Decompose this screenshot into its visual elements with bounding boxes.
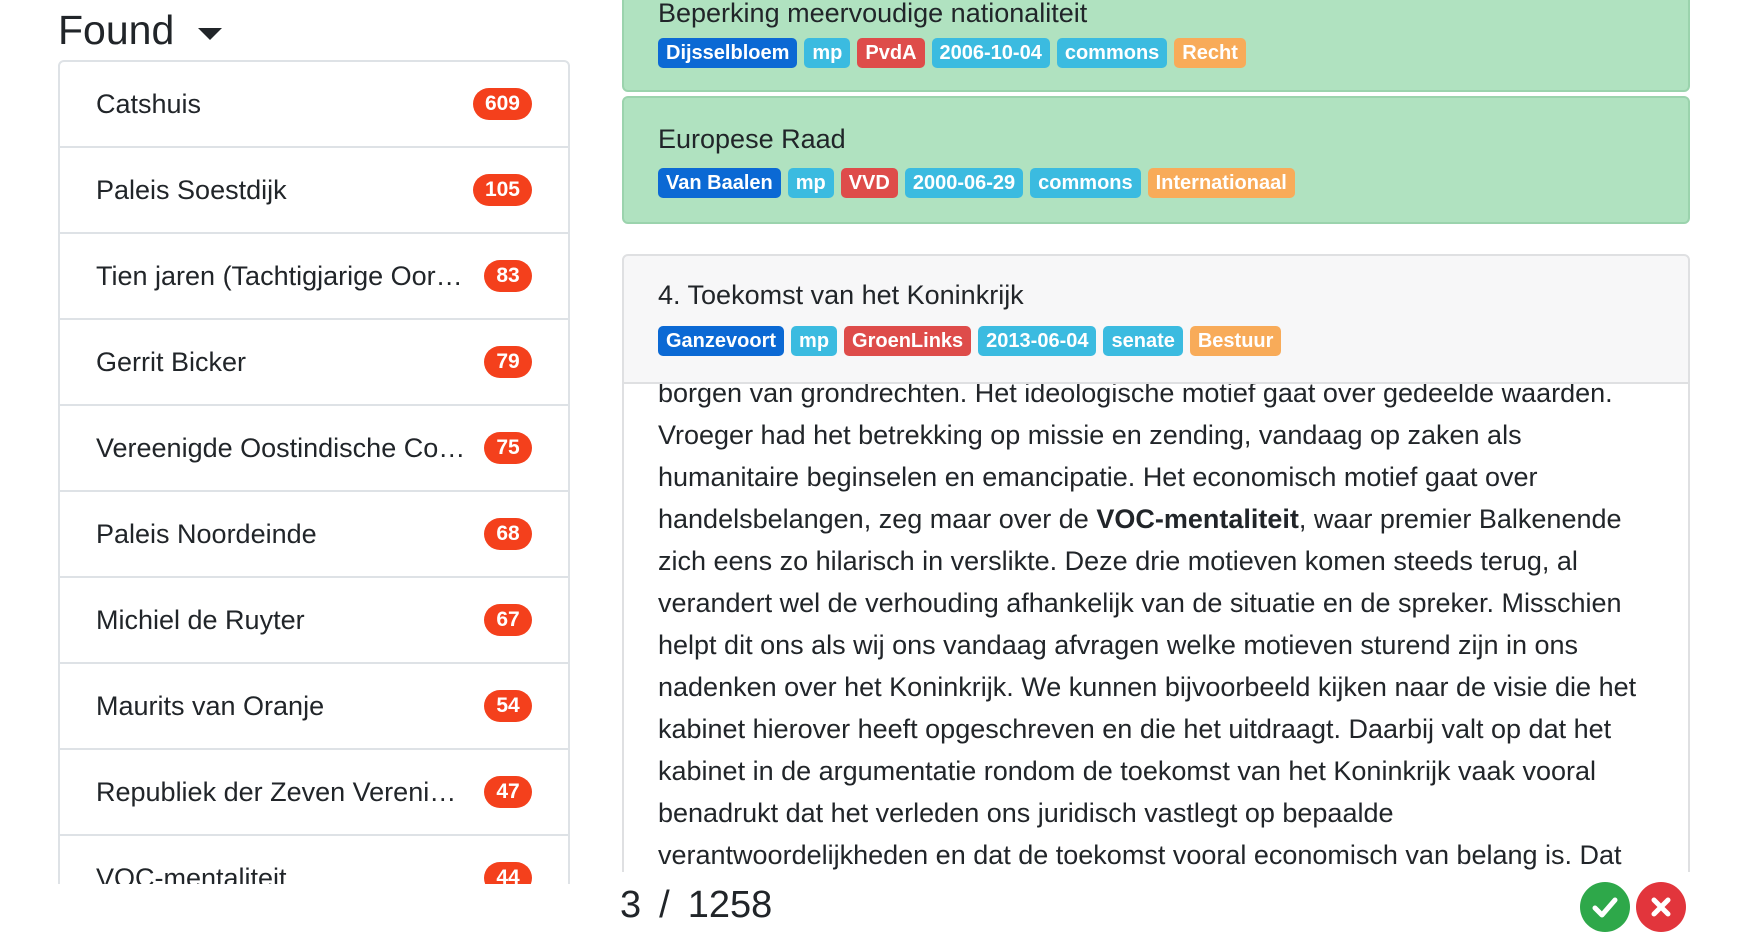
house-badge[interactable]: commons — [1030, 168, 1141, 198]
result-title: Europese Raad — [658, 124, 846, 154]
active-result-header[interactable]: 4. Toekomst van het Koninkrijk Ganzevoor… — [622, 254, 1690, 384]
found-item-maurits-van-oranje[interactable]: Maurits van Oranje 54 — [60, 662, 568, 748]
excerpt-after: , waar premier Balkenende zich eens zo h… — [658, 504, 1637, 870]
found-item-label: Tien jaren (Tachtigjarige Oorl… — [96, 260, 466, 291]
count-badge: 609 — [472, 88, 532, 120]
found-list: Catshuis 609 Paleis Soestdijk 105 Tien j… — [58, 60, 570, 884]
result-excerpt[interactable]: borgen van grondrechten. Het ideologisch… — [622, 384, 1690, 872]
found-item-republiek[interactable]: Republiek der Zeven Verenig… 47 — [60, 748, 568, 834]
result-tags: Van Baalen mp VVD 2000-06-29 commons Int… — [658, 168, 1295, 198]
found-item-label: Catshuis — [96, 88, 202, 119]
count-badge: 68 — [484, 518, 532, 550]
count-badge: 105 — [472, 174, 532, 206]
party-badge[interactable]: GroenLinks — [844, 326, 972, 356]
found-item-label: Michiel de Ruyter — [96, 604, 305, 635]
count-badge: 79 — [484, 346, 532, 378]
role-badge[interactable]: mp — [804, 38, 851, 68]
party-badge[interactable]: PvdA — [857, 38, 925, 68]
date-badge[interactable]: 2006-10-04 — [931, 38, 1050, 68]
role-badge[interactable]: mp — [787, 168, 834, 198]
result-card[interactable]: Europese Raad Van Baalen mp VVD 2000-06-… — [622, 96, 1690, 224]
found-dropdown-toggle[interactable]: Found — [58, 4, 223, 56]
found-item-label: Vereenigde Oostindische Co… — [96, 432, 466, 463]
result-counter: 3 / 1258 — [620, 884, 772, 927]
count-badge: 44 — [484, 862, 532, 884]
found-title: Found — [58, 6, 175, 53]
count-badge: 47 — [484, 776, 532, 808]
date-badge[interactable]: 2000-06-29 — [904, 168, 1024, 198]
count-badge: 75 — [484, 432, 532, 464]
result-tags: Dijsselbloem mp PvdA 2006-10-04 commons … — [658, 38, 1246, 68]
speaker-badge[interactable]: Dijsselbloem — [658, 38, 798, 68]
accept-button[interactable] — [1580, 882, 1630, 932]
total-count: 1258 — [687, 884, 773, 926]
found-item-label: Paleis Noordeinde — [96, 518, 317, 549]
result-title: Beperking meervoudige nationaliteit — [658, 0, 1088, 28]
found-item-paleis-soestdijk[interactable]: Paleis Soestdijk 105 — [60, 146, 568, 232]
topic-badge[interactable]: Recht — [1174, 38, 1246, 68]
reject-button[interactable] — [1636, 882, 1686, 932]
check-circle-icon — [1592, 897, 1618, 918]
count-badge: 83 — [484, 260, 532, 292]
party-badge[interactable]: VVD — [840, 168, 898, 198]
count-badge: 54 — [484, 690, 532, 722]
found-item-label: Paleis Soestdijk — [96, 174, 287, 205]
house-badge[interactable]: senate — [1103, 326, 1183, 356]
count-badge: 67 — [484, 604, 532, 636]
found-item-tien-jaren[interactable]: Tien jaren (Tachtigjarige Oorl… 83 — [60, 232, 568, 318]
found-item-michiel-de-ruyter[interactable]: Michiel de Ruyter 67 — [60, 576, 568, 662]
found-list-viewport[interactable]: Catshuis 609 Paleis Soestdijk 105 Tien j… — [58, 60, 570, 884]
current-index: 3 — [620, 884, 642, 926]
date-badge[interactable]: 2013-06-04 — [978, 326, 1097, 356]
role-badge[interactable]: mp — [791, 326, 838, 356]
caret-down-icon — [198, 28, 223, 40]
house-badge[interactable]: commons — [1056, 38, 1168, 68]
result-card[interactable]: Beperking meervoudige nationaliteit Dijs… — [622, 0, 1690, 92]
found-item-label: VOC-mentaliteit — [96, 862, 287, 885]
speaker-badge[interactable]: Van Baalen — [658, 168, 781, 198]
topic-badge[interactable]: Bestuur — [1189, 326, 1282, 356]
found-item-voc[interactable]: Vereenigde Oostindische Co… 75 — [60, 404, 568, 490]
found-item-label: Maurits van Oranje — [96, 690, 325, 721]
x-circle-icon — [1651, 897, 1671, 917]
found-item-label: Republiek der Zeven Verenig… — [96, 776, 466, 807]
excerpt-highlight: VOC-mentaliteit — [1096, 504, 1299, 534]
counter-separator: / — [659, 884, 670, 926]
result-title: 4. Toekomst van het Koninkrijk — [658, 280, 1024, 310]
topic-badge[interactable]: Internationaal — [1147, 168, 1295, 198]
found-item-label: Gerrit Bicker — [96, 346, 247, 377]
found-item-paleis-noordeinde[interactable]: Paleis Noordeinde 68 — [60, 490, 568, 576]
speaker-badge[interactable]: Ganzevoort — [658, 326, 785, 356]
result-tags: Ganzevoort mp GroenLinks 2013-06-04 sena… — [658, 326, 1282, 356]
found-item-gerrit-bicker[interactable]: Gerrit Bicker 79 — [60, 318, 568, 404]
found-item-voc-mentaliteit[interactable]: VOC-mentaliteit 44 — [60, 834, 568, 884]
excerpt-text: borgen van grondrechten. Het ideologisch… — [658, 384, 1668, 872]
found-item-catshuis[interactable]: Catshuis 609 — [60, 62, 568, 146]
